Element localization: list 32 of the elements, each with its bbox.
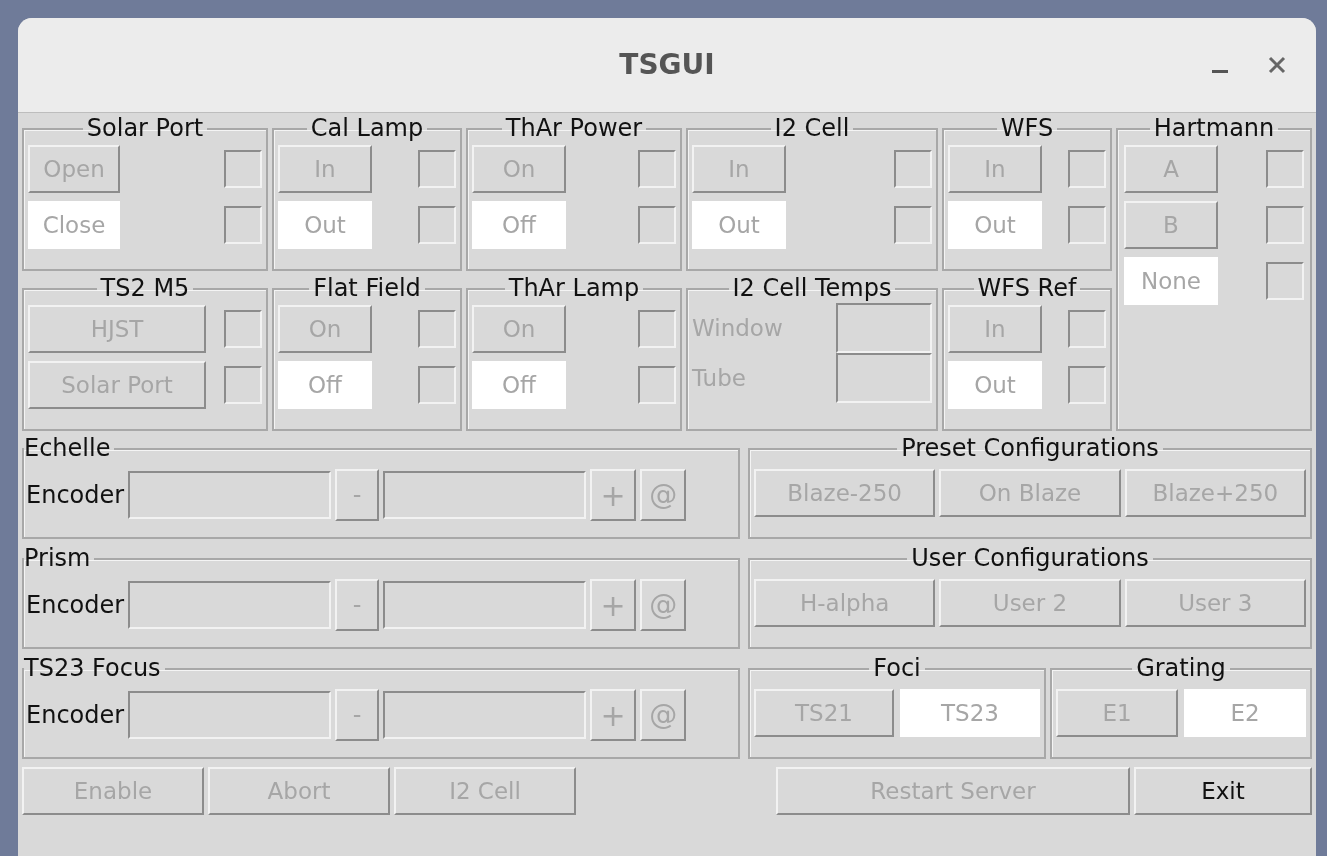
group-title: Prism [24,544,91,572]
group-title: Flat Field [313,274,421,302]
encoder-field[interactable] [128,691,332,739]
encoder-field[interactable] [128,471,332,519]
group-title: Preset Configurations [901,434,1159,462]
group-title: WFS [1000,114,1054,142]
group-title: I2 Cell Temps [732,274,892,302]
target-field[interactable] [383,471,587,519]
group-title: Hartmann [1153,114,1275,142]
target-field[interactable] [383,581,587,629]
group-title: ThAr Power [505,114,643,142]
window-title: TSGUI [619,47,715,83]
group-title: Echelle [24,434,111,462]
close-icon[interactable] [1268,56,1286,74]
group-title: Grating [1136,654,1226,682]
group-title: Solar Port [86,114,204,142]
temperature-field[interactable] [836,353,932,403]
group-title: ThAr Lamp [508,274,640,302]
encoder-field[interactable] [128,581,332,629]
group-title: Foci [873,654,921,682]
group-title: TS23 Focus [24,654,161,682]
group-title: WFS Ref [977,274,1077,302]
target-field[interactable] [383,691,587,739]
encoder-label: Encoder [26,480,125,511]
group-title: Cal Lamp [310,114,424,142]
temperature-field[interactable] [836,303,932,353]
group-title: TS2 M5 [100,274,190,302]
group-title: User Configurations [911,544,1149,572]
encoder-label: Encoder [26,590,125,621]
action-button[interactable]: Exit [1134,767,1312,815]
group-title: I2 Cell [774,114,850,142]
encoder-label: Encoder [26,700,125,731]
